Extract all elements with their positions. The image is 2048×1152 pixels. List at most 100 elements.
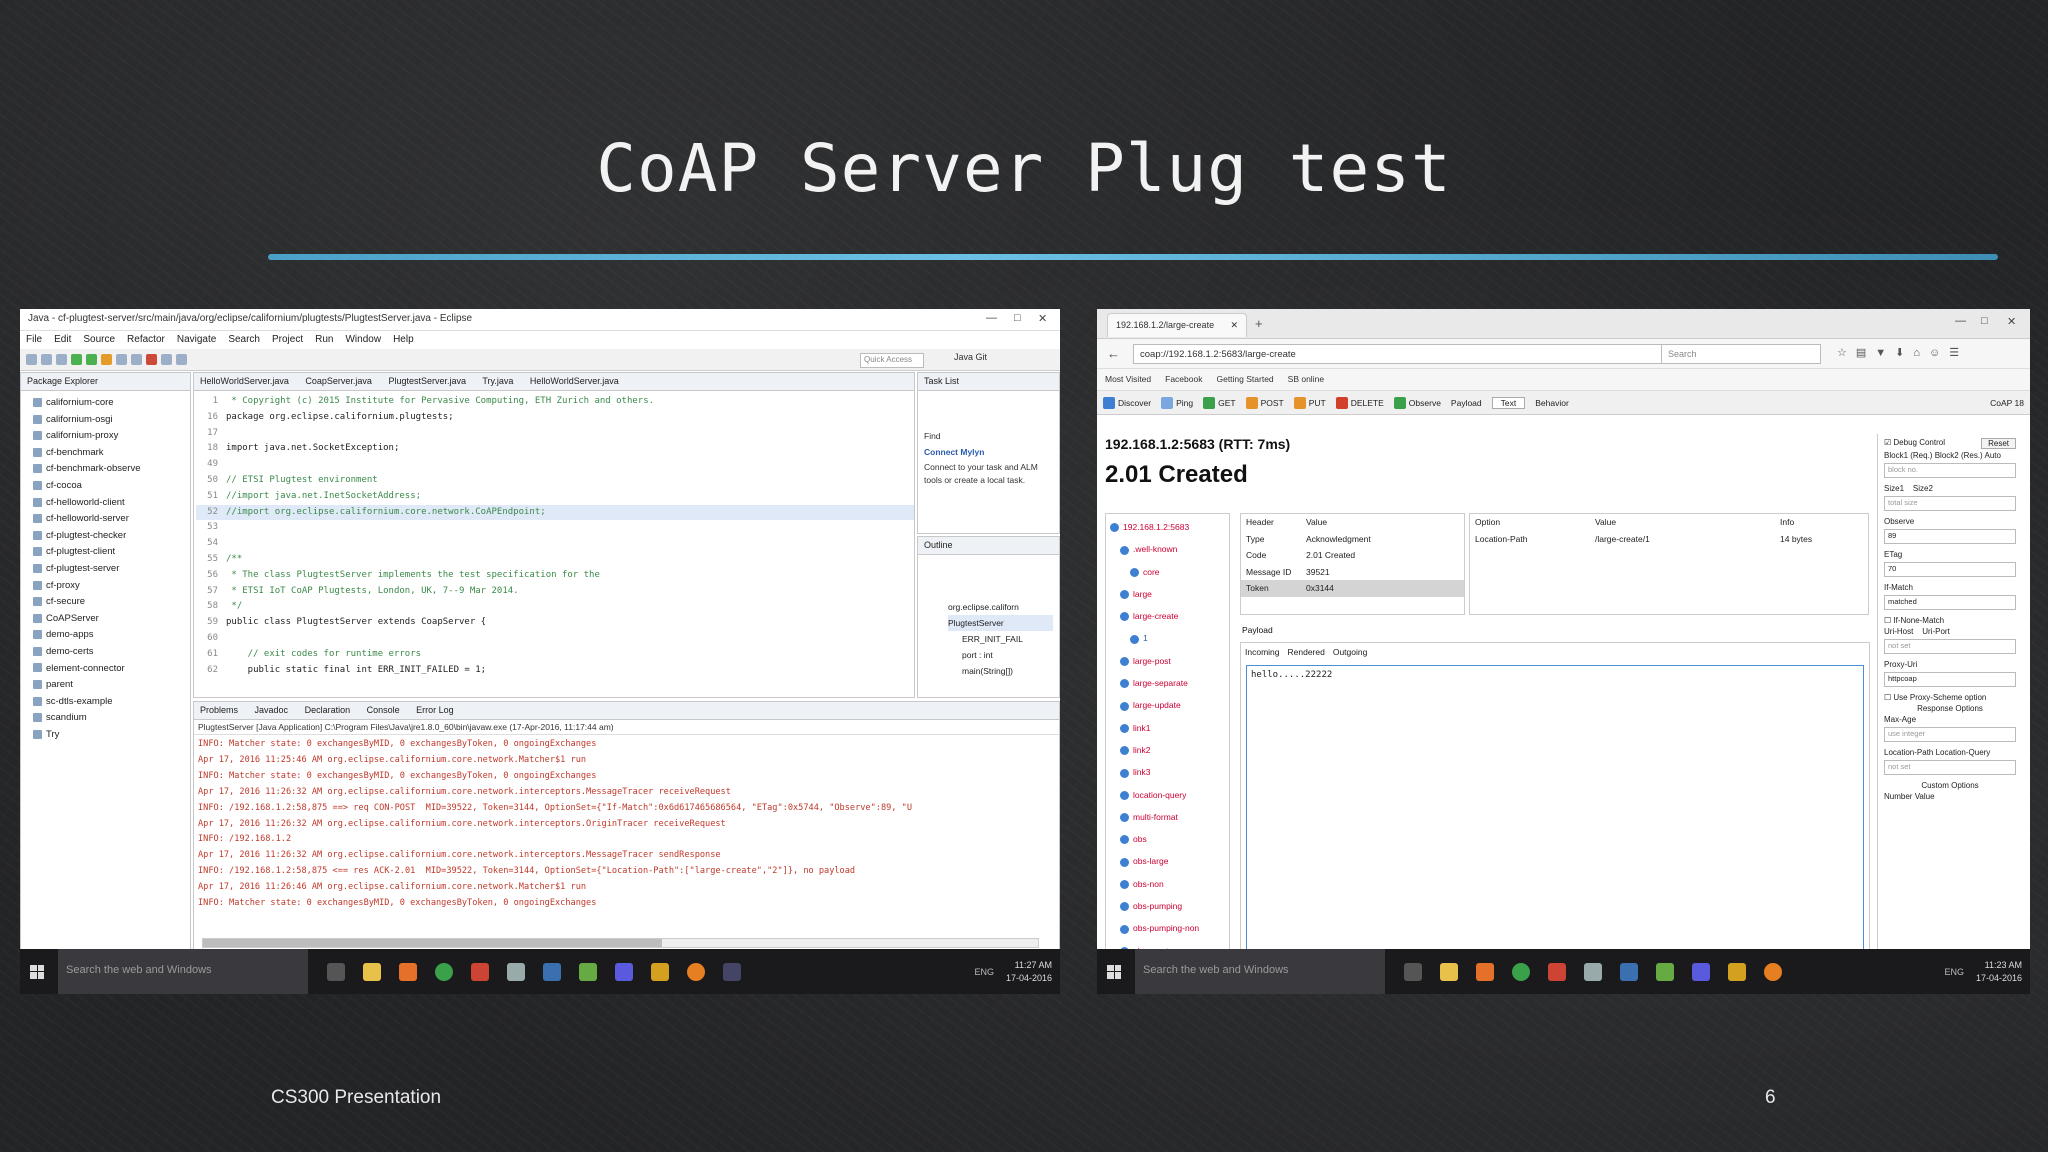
eclipse-icon[interactable] (1692, 962, 1710, 981)
open-type-icon[interactable] (131, 354, 142, 365)
project-item[interactable]: californium-osgi (33, 412, 186, 429)
menu-help[interactable]: Help (393, 334, 414, 346)
pdf-icon[interactable] (471, 962, 489, 981)
resource-item[interactable]: 192.168.1.2:5683 (1110, 516, 1225, 538)
resource-item[interactable]: large-create (1110, 605, 1225, 627)
ifnone-checkbox[interactable]: ☐ If-None-Match (1884, 616, 2016, 625)
find-label[interactable]: Find (924, 431, 1053, 441)
project-item[interactable]: cf-benchmark-observe (33, 461, 186, 478)
tray-language[interactable]: ENG (1944, 967, 1964, 977)
chrome-icon[interactable] (435, 962, 453, 981)
project-item[interactable]: cf-helloworld-client (33, 495, 186, 512)
back-icon[interactable] (161, 354, 172, 365)
proxy-uri-input[interactable]: httpcoap (1884, 672, 2016, 687)
project-item[interactable]: CoAPServer (33, 611, 186, 628)
outline-item[interactable]: main(String[]) (948, 663, 1053, 679)
tab-editor-3[interactable]: PlugtestServer.java (388, 376, 466, 386)
external-tools-icon[interactable] (101, 354, 112, 365)
code-line[interactable]: 18 import java.net.SocketException; (196, 441, 914, 457)
tab-editor-4[interactable]: Try.java (482, 376, 513, 386)
use-proxy-checkbox[interactable]: ☐ Use Proxy-Scheme option (1884, 693, 2016, 702)
code-line[interactable]: 52 //import org.eclipse.californium.core.… (196, 504, 914, 521)
code-line[interactable]: 49 (196, 457, 914, 473)
project-item[interactable]: cf-plugtest-checker (33, 528, 186, 545)
print-icon[interactable] (56, 354, 67, 365)
resource-item[interactable]: core (1110, 561, 1225, 583)
menu-refactor[interactable]: Refactor (127, 334, 165, 346)
code-line[interactable]: 1 * Copyright (c) 2015 Institute for Per… (196, 394, 914, 410)
chrome-icon[interactable] (1512, 962, 1530, 981)
ifmatch-input[interactable]: matched (1884, 595, 2016, 610)
taskbar-search[interactable]: Search the web and Windows (1135, 949, 1385, 994)
firefox-icon[interactable] (687, 962, 705, 981)
project-item[interactable]: element-connector (33, 661, 186, 678)
maximize-icon[interactable]: □ (1014, 312, 1021, 324)
resource-item[interactable]: link1 (1110, 717, 1225, 739)
resource-item[interactable]: link2 (1110, 739, 1225, 761)
mylyn-text[interactable]: Connect to your task and ALM tools or cr… (924, 461, 1053, 487)
project-item[interactable]: californium-proxy (33, 428, 186, 445)
resource-item[interactable]: obs-pumping (1110, 895, 1225, 917)
windows-start-icon[interactable] (1107, 964, 1121, 979)
get-button[interactable]: GET (1203, 396, 1236, 409)
tray-clock[interactable]: 11:23 AM 17-04-2016 (1976, 959, 2030, 985)
toolbar-icons[interactable]: ☆▤▼⬇⌂☺☰ (1837, 346, 1968, 359)
resource-item[interactable]: large (1110, 583, 1225, 605)
tab-console[interactable]: Console (367, 705, 400, 715)
resource-item[interactable]: location-query (1110, 784, 1225, 806)
code-line[interactable]: 53 (196, 520, 914, 536)
console-output[interactable]: INFO: Matcher state: 0 exchangesByMID, 0… (194, 735, 1059, 914)
maxage-input[interactable]: use integer (1884, 727, 2016, 742)
app-icon[interactable] (1656, 962, 1674, 981)
app-icon[interactable] (1728, 962, 1746, 981)
tab-javadoc[interactable]: Javadoc (255, 705, 289, 715)
code-line[interactable]: 57 * ETSI IoT CoAP Plugtests, London, UK… (196, 584, 914, 600)
menu-project[interactable]: Project (272, 334, 303, 346)
back-icon[interactable]: ← (1107, 346, 1120, 361)
eclipse-icon[interactable] (615, 962, 633, 981)
resource-item[interactable]: .well-known (1110, 538, 1225, 560)
outline-item[interactable]: port : int (948, 647, 1053, 663)
forward-icon[interactable] (176, 354, 187, 365)
code-line[interactable]: 58 */ (196, 599, 914, 615)
code-line[interactable]: 55 /** (196, 552, 914, 568)
project-item[interactable]: scandium (33, 710, 186, 727)
menu-source[interactable]: Source (83, 334, 115, 346)
project-item[interactable]: cf-secure (33, 594, 186, 611)
outline-item[interactable]: ERR_INIT_FAIL (948, 631, 1053, 647)
firefox-icon[interactable] (1764, 962, 1782, 981)
task-view-icon[interactable] (327, 962, 345, 981)
block1-input[interactable]: block no. (1884, 463, 2016, 478)
tab-declaration[interactable]: Declaration (305, 705, 351, 715)
content-format-select[interactable]: Text (1491, 396, 1526, 409)
app-icon[interactable] (507, 962, 525, 981)
app-icon[interactable] (543, 962, 561, 981)
code-line[interactable]: 62 public static final int ERR_INIT_FAIL… (196, 663, 914, 679)
url-bar[interactable]: coap://192.168.1.2:5683/large-create (1133, 344, 1663, 364)
tab-error-log[interactable]: Error Log (416, 705, 454, 715)
windows-start-icon[interactable] (30, 964, 44, 979)
behavior-menu[interactable]: Behavior (1535, 398, 1569, 408)
project-item[interactable]: cf-helloworld-server (33, 511, 186, 528)
tab-editor-5[interactable]: HelloWorldServer.java (530, 376, 619, 386)
tab-editor-1[interactable]: HelloWorldServer.java (200, 376, 289, 386)
new-tab-icon[interactable]: + (1255, 316, 1263, 331)
project-item[interactable]: sc-dtls-example (33, 694, 186, 711)
tab-incoming[interactable]: Incoming (1245, 647, 1280, 657)
tab-rendered[interactable]: Rendered (1288, 647, 1325, 657)
tab-task-list[interactable]: Task List (924, 376, 959, 386)
run-icon[interactable] (86, 354, 97, 365)
minimize-icon[interactable]: — (986, 312, 997, 324)
resource-item[interactable]: multi-format (1110, 806, 1225, 828)
bookmark-facebook[interactable]: Facebook (1165, 374, 1202, 385)
put-button[interactable]: PUT (1293, 396, 1326, 409)
save-icon[interactable] (41, 354, 52, 365)
close-tab-icon[interactable]: ✕ (1230, 320, 1238, 331)
bookmark-getting-started[interactable]: Getting Started (1216, 374, 1273, 385)
minimize-icon[interactable]: — (1955, 315, 1966, 327)
size-input[interactable]: total size (1884, 496, 2016, 511)
app-icon[interactable] (651, 962, 669, 981)
post-button[interactable]: POST (1245, 396, 1284, 409)
menu-search[interactable]: Search (228, 334, 260, 346)
outline-item[interactable]: org.eclipse.californ (948, 599, 1053, 615)
